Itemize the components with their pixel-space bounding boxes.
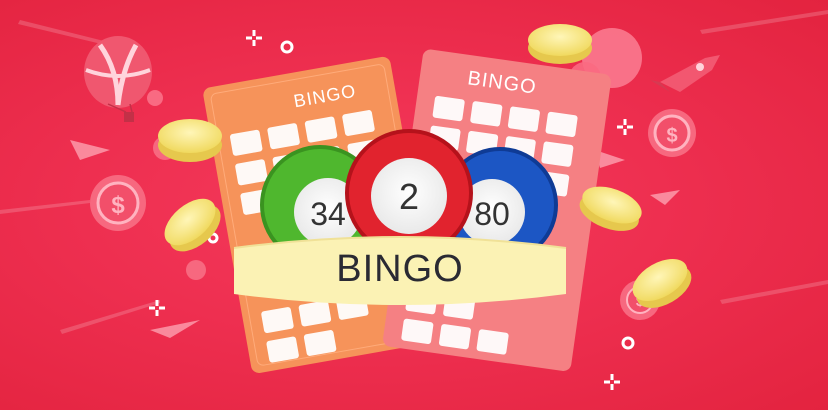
dollar-coin-icon: $ — [90, 175, 146, 231]
svg-text:$: $ — [111, 192, 125, 219]
gold-coin-icon — [164, 198, 221, 252]
banner-title: BINGO — [336, 247, 464, 290]
gold-coin-icon — [158, 119, 222, 162]
svg-text:$: $ — [666, 125, 677, 147]
ball-number-green: 34 — [310, 196, 346, 232]
hot-air-balloon-icon — [84, 36, 152, 122]
ball-number-blue: 80 — [474, 196, 510, 232]
gold-coin-icon — [528, 24, 592, 64]
rocket-icon — [650, 55, 720, 92]
bingo-illustration: $ $ $ — [0, 0, 828, 410]
dollar-coin-icon: $ — [648, 109, 696, 157]
ball-number-red: 2 — [398, 176, 420, 217]
